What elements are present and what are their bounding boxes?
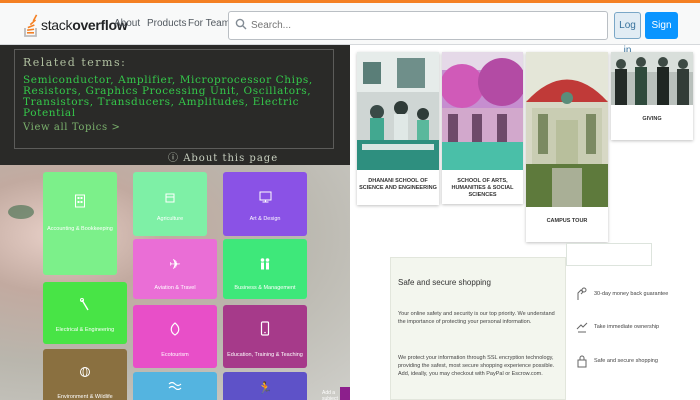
giving-photo <box>611 52 693 105</box>
wave-icon <box>168 381 182 390</box>
tile-label: Aviation & Travel <box>154 285 196 291</box>
tile-agriculture[interactable]: Agriculture <box>133 172 207 236</box>
gallery-caption: SCHOOL OF ARTS, HUMANITIES & SOCIAL SCIE… <box>451 178 514 198</box>
tile-label: Ecotourism <box>161 352 189 358</box>
related-terms-list: Semiconductor, Amplifier, Microprocessor… <box>23 74 313 119</box>
tile-label: Education, Training & Teaching <box>227 352 303 358</box>
feature-label: Safe and secure shopping <box>594 358 658 364</box>
stackoverflow-logo[interactable]: stackoverflow <box>24 11 128 39</box>
shopping-paragraph-1: Your online safety and security is our t… <box>398 311 555 325</box>
background-face-shade <box>8 205 34 219</box>
gallery-caption: DHANANI SCHOOL OF SCIENCE AND ENGINEERIN… <box>359 178 437 191</box>
feature-money-back: 30-day money back guarantee <box>576 287 668 301</box>
campus-building-image <box>526 52 608 207</box>
hand-money-icon <box>577 287 587 300</box>
tile-electrical[interactable]: Electrical & Engineering <box>43 282 127 344</box>
add-subject-label: Add a subject <box>322 390 338 400</box>
safe-shopping-box: Safe and secure shopping Your online saf… <box>390 257 566 400</box>
secure-payment-icon <box>577 355 587 368</box>
gallery-caption: GIVING <box>642 116 662 122</box>
tile-sports[interactable]: 🏃 <box>223 372 307 400</box>
tile-environment[interactable]: Environment & Wildlife <box>43 349 127 400</box>
shopping-paragraph-2: We protect your information through SSL … <box>398 355 555 377</box>
monitor-icon <box>259 191 271 203</box>
info-icon: ⓘ <box>168 153 184 164</box>
related-terms-title: Related terms: <box>23 56 127 69</box>
arts-building-image <box>442 52 523 170</box>
gallery-card-arts[interactable]: SCHOOL OF ARTS, HUMANITIES & SOCIAL SCIE… <box>442 52 523 204</box>
gallery-card-science[interactable]: DHANANI SCHOOL OF SCIENCE AND ENGINEERIN… <box>357 52 439 205</box>
feature-label: Take immediate ownership <box>594 324 660 330</box>
search-box <box>228 11 608 40</box>
stack-logo-icon <box>24 14 38 37</box>
farm-icon <box>165 193 175 203</box>
feature-label: 30-day money back guarantee <box>594 291 669 297</box>
top-navbar: stackoverflow About Products For Teams L… <box>0 0 700 58</box>
transfer-icon <box>576 322 588 333</box>
tile-art-design[interactable]: Art & Design <box>223 172 307 236</box>
feature-secure: Safe and secure shopping <box>576 354 658 368</box>
view-all-topics-link[interactable]: View all Topics > <box>23 122 325 133</box>
gallery-card-giving[interactable]: GIVING <box>611 52 693 140</box>
giving-people-image <box>611 52 693 105</box>
shopping-title: Safe and secure shopping <box>398 278 491 287</box>
tile-business[interactable]: Business & Management <box>223 239 307 299</box>
tile-label: Electrical & Engineering <box>55 327 115 333</box>
tile-label: Environment & Wildlife <box>57 394 113 400</box>
tile-label: Agriculture <box>156 216 184 222</box>
science-photo <box>357 52 439 170</box>
runner-icon: 🏃 <box>257 381 273 395</box>
tools-icon <box>80 298 89 311</box>
tile-water[interactable] <box>133 372 217 400</box>
shopping-side-box <box>566 243 652 266</box>
airplane-icon: ✈ <box>169 256 181 272</box>
subject-tiles-area: Accounting & Bookkeeping Agriculture Art… <box>0 165 350 400</box>
science-lab-image <box>357 52 439 170</box>
tile-aviation[interactable]: ✈ Aviation & Travel <box>133 239 217 299</box>
campus-photo <box>526 52 608 207</box>
search-icon <box>235 18 247 30</box>
about-this-page-label: About this page <box>183 153 279 164</box>
tile-label: Art & Design <box>249 216 281 222</box>
related-terms-box: Related terms: Semiconductor, Amplifier,… <box>14 49 334 149</box>
about-this-page-link[interactable]: ⓘ About this page <box>168 149 278 164</box>
people-icon <box>260 258 270 270</box>
leaf-icon <box>170 322 180 336</box>
related-terms-panel: Related terms: Semiconductor, Amplifier,… <box>0 45 350 165</box>
building-icon <box>75 194 85 208</box>
tile-accounting[interactable]: Accounting & Bookkeeping <box>43 172 117 275</box>
tile-education[interactable]: Education, Training & Teaching <box>223 305 307 368</box>
feature-ownership: Take immediate ownership <box>576 320 659 334</box>
arts-photo <box>442 52 523 170</box>
login-button[interactable]: Log in <box>614 12 641 56</box>
gallery-card-campus-tour[interactable]: CAMPUS TOUR <box>526 52 608 242</box>
logo-text-light: stack <box>41 17 73 33</box>
nav-products[interactable]: Products <box>147 18 186 29</box>
search-input[interactable] <box>251 12 601 39</box>
gallery-caption: CAMPUS TOUR <box>546 218 588 224</box>
nav-about[interactable]: About <box>114 18 140 29</box>
globe-icon <box>80 367 90 377</box>
tile-ecotourism[interactable]: Ecotourism <box>133 305 217 368</box>
tile-label: Accounting & Bookkeeping <box>47 226 113 232</box>
phone-icon <box>260 321 270 336</box>
tile-label: Business & Management <box>234 285 296 291</box>
signup-button[interactable]: Sign up <box>645 12 678 58</box>
